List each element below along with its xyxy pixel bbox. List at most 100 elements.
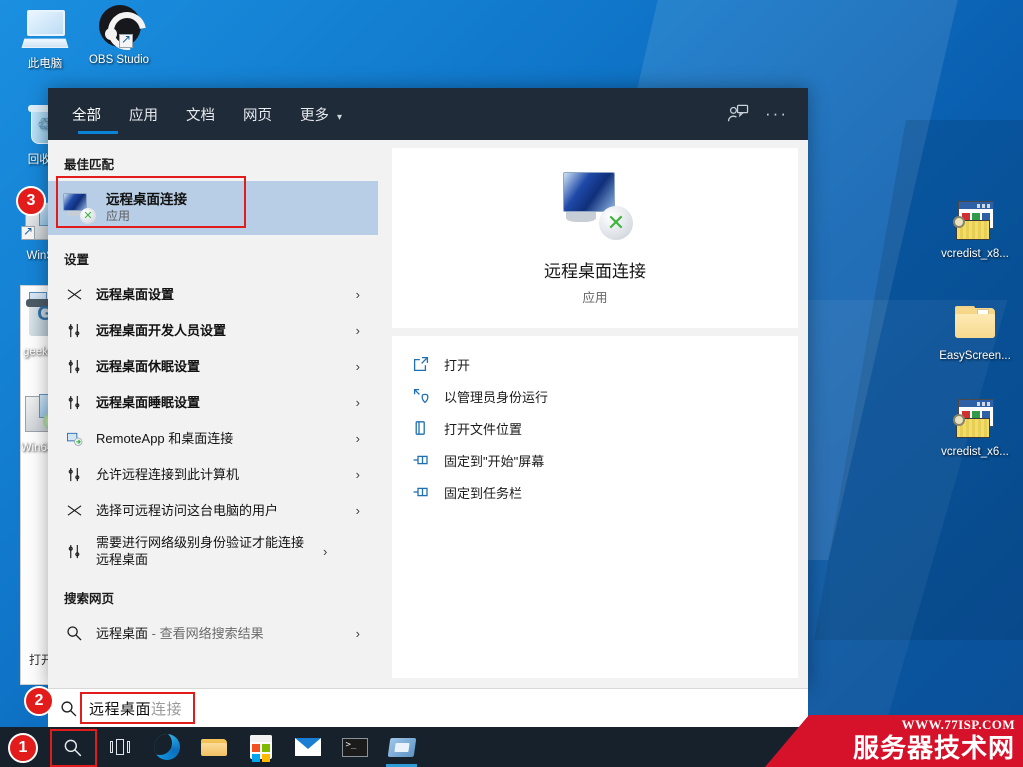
settings-toggle-icon xyxy=(64,395,84,410)
chevron-right-icon: › xyxy=(355,502,360,518)
chevron-right-icon: › xyxy=(355,466,360,482)
tab-label: 网页 xyxy=(243,107,272,124)
chevron-down-icon: ▾ xyxy=(337,111,343,123)
settings-item-remote-desktop-developer[interactable]: 远程桌面开发人员设置 › xyxy=(48,312,378,348)
taskbar-file-explorer-button[interactable] xyxy=(190,727,237,767)
settings-slider-icon xyxy=(64,503,84,518)
desktop-icon-label: vcredist_x6... xyxy=(941,446,1009,458)
tab-label: 全部 xyxy=(72,107,101,124)
settings-item-label: 远程桌面休眠设置 xyxy=(96,358,201,374)
search-suggestion-text: 连接 xyxy=(151,701,183,718)
tab-selected-indicator xyxy=(78,130,118,134)
feedback-icon[interactable] xyxy=(727,104,749,124)
tab-documents[interactable]: 文档 xyxy=(176,98,225,131)
tab-apps[interactable]: 应用 xyxy=(119,98,168,131)
task-view-icon xyxy=(109,739,130,755)
taskbar-mail-button[interactable] xyxy=(284,727,331,767)
settings-item-label: 远程桌面开发人员设置 xyxy=(96,322,227,338)
taskbar-app-window-button[interactable] xyxy=(378,727,425,767)
action-pin-to-taskbar[interactable]: 固定到任务栏 xyxy=(392,476,798,508)
settings-item-label: 远程桌面设置 xyxy=(96,286,175,302)
settings-item-allow-remote-connections[interactable]: 允许远程连接到此计算机 › xyxy=(48,456,378,492)
settings-item-label: RemoteApp 和桌面连接 xyxy=(96,430,234,446)
open-icon xyxy=(412,356,430,372)
settings-item-remoteapp-and-desktop-connections[interactable]: RemoteApp 和桌面连接 › xyxy=(48,420,378,456)
tab-all[interactable]: 全部 xyxy=(62,98,118,134)
more-options-icon[interactable]: ··· xyxy=(765,104,788,124)
remote-desktop-icon: ✕ xyxy=(62,193,96,224)
annotation-marker-3: 3 xyxy=(16,186,46,216)
app-preview-type: 应用 xyxy=(582,291,608,305)
tab-label: 更多 xyxy=(300,107,329,124)
app-window-icon xyxy=(387,737,416,757)
best-match-result[interactable]: ✕ 远程桌面连接 应用 xyxy=(48,181,378,235)
desktop-icon-vcredist-x86[interactable]: vcredist_x8... xyxy=(934,198,1016,261)
desktop-icon-this-pc[interactable]: 此电脑 xyxy=(4,8,86,71)
action-label: 固定到任务栏 xyxy=(444,485,523,501)
section-title-web-search: 搜索网页 xyxy=(64,592,115,606)
search-icon xyxy=(64,625,84,641)
windows-search-panel: 全部 应用 文档 网页 更多 ▾ ··· 最佳匹配 ✕ 远程桌面连接 应用 设置… xyxy=(48,88,808,688)
web-search-query: 远程桌面 xyxy=(96,625,149,641)
mail-icon xyxy=(294,738,321,756)
action-run-as-administrator[interactable]: 以管理员身份运行 xyxy=(392,380,798,412)
folder-icon xyxy=(951,300,999,346)
taskbar-terminal-button[interactable] xyxy=(331,727,378,767)
chevron-right-icon: › xyxy=(355,286,360,302)
desktop-icon-vcredist-x64[interactable]: vcredist_x6... xyxy=(934,396,1016,459)
settings-item-label: 选择可远程访问这台电脑的用户 xyxy=(96,502,279,518)
installer-icon xyxy=(951,198,999,244)
settings-item-remote-desktop-sleep[interactable]: 远程桌面睡眠设置 › xyxy=(48,384,378,420)
chevron-right-icon: › xyxy=(355,430,360,446)
shield-run-icon xyxy=(412,388,430,404)
watermark: WWW.77ISP.COM 服务器技术网 xyxy=(765,715,1023,767)
folder-location-icon xyxy=(412,420,430,436)
desktop-icon-label: EasyScreen... xyxy=(939,350,1011,362)
settings-toggle-icon xyxy=(64,323,84,338)
desktop-icon-easyscreen[interactable]: EasyScreen... xyxy=(934,300,1016,363)
settings-toggle-icon xyxy=(64,544,84,559)
settings-item-label: 远程桌面睡眠设置 xyxy=(96,394,201,410)
taskbar-search-button[interactable] xyxy=(49,727,96,767)
settings-item-remote-desktop-settings[interactable]: 远程桌面设置 › xyxy=(48,276,378,312)
action-open-file-location[interactable]: 打开文件位置 xyxy=(392,412,798,444)
taskbar-microsoft-store-button[interactable] xyxy=(237,727,284,767)
desktop-icon-obs-studio[interactable]: OBS Studio xyxy=(78,4,160,67)
best-match-subtitle: 应用 xyxy=(106,208,131,223)
section-title-settings: 设置 xyxy=(64,253,90,267)
remote-desktop-icon-large: ✕ xyxy=(555,172,635,242)
tab-more[interactable]: 更多 ▾ xyxy=(290,98,352,131)
terminal-icon xyxy=(341,737,368,757)
search-icon xyxy=(60,700,77,717)
remoteapp-icon xyxy=(64,431,84,446)
settings-item-require-nla[interactable]: 需要进行网络级别身份验证才能连接远程桌面 › xyxy=(48,528,378,574)
tab-web[interactable]: 网页 xyxy=(233,98,282,131)
section-title-best-match: 最佳匹配 xyxy=(64,158,115,172)
action-label: 打开文件位置 xyxy=(444,421,523,437)
taskbar-task-view-button[interactable] xyxy=(96,727,143,767)
settings-item-remote-desktop-hibernate[interactable]: 远程桌面休眠设置 › xyxy=(48,348,378,384)
tab-label: 应用 xyxy=(129,107,158,124)
settings-item-label: 允许远程连接到此计算机 xyxy=(96,466,240,482)
search-typed-text: 远程桌面 xyxy=(89,701,152,718)
settings-item-select-remote-users[interactable]: 选择可远程访问这台电脑的用户 › xyxy=(48,492,378,528)
search-input-box[interactable]: 远程桌面连接 xyxy=(48,688,808,728)
pin-icon xyxy=(412,484,430,500)
chevron-right-icon: › xyxy=(355,322,360,338)
settings-toggle-icon xyxy=(64,359,84,374)
search-results-list: 最佳匹配 ✕ 远程桌面连接 应用 设置 远程桌面设置 › 远程桌面开发人员设置 … xyxy=(48,140,378,688)
chevron-right-icon: › xyxy=(323,543,328,559)
search-tab-bar: 全部 应用 文档 网页 更多 ▾ ··· xyxy=(48,88,808,140)
chevron-right-icon: › xyxy=(355,358,360,374)
taskbar-edge-button[interactable] xyxy=(143,727,190,767)
settings-slider-icon xyxy=(64,287,84,302)
web-search-item[interactable]: 远程桌面 - 查看网络搜索结果 › xyxy=(48,615,378,651)
obs-studio-icon xyxy=(95,4,143,50)
best-match-title: 远程桌面连接 xyxy=(106,192,187,208)
app-actions-list: 打开 以管理员身份运行 打开文件位置 固定到"开始"屏幕 固定到任务栏 xyxy=(392,336,798,678)
annotation-marker-2: 2 xyxy=(24,686,54,716)
app-preview-card: ✕ 远程桌面连接 应用 xyxy=(392,148,798,328)
action-pin-to-start[interactable]: 固定到"开始"屏幕 xyxy=(392,444,798,476)
tab-label: 文档 xyxy=(186,107,215,124)
action-open[interactable]: 打开 xyxy=(392,348,798,380)
